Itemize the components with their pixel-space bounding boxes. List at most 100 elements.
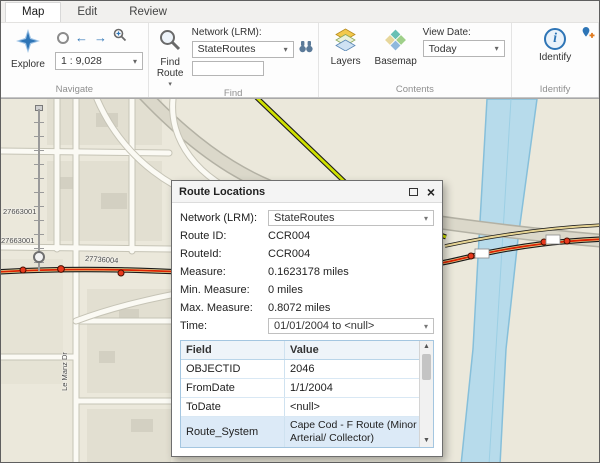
ribbon-tabbar: Map Edit Review bbox=[1, 1, 599, 23]
table-row[interactable]: OBJECTID 2046 bbox=[181, 360, 419, 379]
table-row-selected[interactable]: Route_System Cape Cod - F Route (Minor A… bbox=[181, 417, 419, 447]
find-route-label: Find Route bbox=[156, 57, 184, 79]
table-header-row: Field Value bbox=[181, 341, 419, 360]
panel-network-value: StateRoutes bbox=[274, 212, 335, 224]
max-measure-value: 0.8072 miles bbox=[268, 302, 331, 314]
route-locations-panel: Route Locations × Network (LRM): StateRo… bbox=[171, 180, 443, 457]
map-zoom-slider[interactable] bbox=[31, 105, 47, 271]
group-find: Find Route ▾ Network (LRM): StateRoutes … bbox=[149, 23, 319, 99]
group-label-identify: Identify bbox=[539, 84, 571, 95]
basemap-button[interactable]: Basemap bbox=[373, 26, 419, 84]
view-date-value: Today bbox=[428, 42, 457, 55]
fixed-zoom-icon[interactable] bbox=[113, 28, 127, 47]
group-contents: Layers Basemap View Date: Today ▾ Conten… bbox=[319, 23, 513, 97]
field-row: Measure: 0.1623178 miles bbox=[180, 263, 434, 281]
identify-button[interactable]: i Identify bbox=[532, 26, 578, 84]
view-date-label: View Date: bbox=[422, 27, 471, 38]
cell-field: OBJECTID bbox=[181, 360, 285, 378]
table-row[interactable]: FromDate 1/1/2004 bbox=[181, 379, 419, 398]
application-window: Map Edit Review Explore ← → 1: 9,028 ▾ … bbox=[0, 0, 600, 463]
previous-extent-icon[interactable]: ← bbox=[75, 31, 88, 44]
map-view[interactable]: 27663001 27663001 27736004 Le Manz Dr Ro… bbox=[1, 98, 599, 462]
field-label: Min. Measure: bbox=[180, 284, 250, 296]
chevron-down-icon: ▾ bbox=[494, 44, 499, 53]
chevron-down-icon: ▾ bbox=[168, 81, 172, 88]
field-row: Route ID: CCR004 bbox=[180, 227, 434, 245]
table-scrollbar[interactable]: ▲ ▼ bbox=[419, 341, 433, 447]
cell-value: <null> bbox=[290, 401, 320, 413]
explore-button[interactable]: Explore bbox=[5, 26, 51, 84]
tab-map[interactable]: Map bbox=[5, 2, 62, 22]
group-label-contents: Contents bbox=[395, 84, 434, 95]
field-label: Time: bbox=[180, 320, 208, 332]
identify-info-icon: i bbox=[544, 28, 567, 50]
time-value: 01/01/2004 to <null> bbox=[274, 320, 375, 332]
column-header-field: Field bbox=[181, 341, 285, 359]
full-extent-icon[interactable] bbox=[57, 31, 69, 44]
explore-label: Explore bbox=[11, 59, 45, 70]
field-row: RouteId: CCR004 bbox=[180, 245, 434, 263]
column-header-value: Value bbox=[290, 344, 319, 356]
scroll-down-icon[interactable]: ▼ bbox=[420, 435, 433, 447]
attributes-table: Field Value OBJECTID 2046 FromDate 1/1/2… bbox=[180, 340, 434, 448]
scrollbar-thumb[interactable] bbox=[422, 354, 431, 380]
network-lrm-label: Network (LRM): bbox=[191, 27, 262, 38]
min-measure-value: 0 miles bbox=[268, 284, 303, 296]
cell-value: 1/1/2004 bbox=[290, 382, 333, 394]
next-extent-icon[interactable]: → bbox=[94, 31, 107, 44]
route-id-value: CCR004 bbox=[268, 230, 311, 242]
group-identify: i Identify Identify bbox=[512, 23, 599, 97]
basemap-icon bbox=[384, 28, 408, 54]
panel-title: Route Locations bbox=[179, 185, 266, 198]
find-route-magnifier-icon bbox=[158, 28, 182, 55]
zoom-slider-handle[interactable] bbox=[33, 251, 45, 263]
group-label-navigate: Navigate bbox=[55, 84, 94, 95]
field-row: Network (LRM): StateRoutes ▾ bbox=[180, 209, 434, 227]
map-scale-value: 1 : 9,028 bbox=[61, 55, 102, 67]
identify-label: Identify bbox=[538, 52, 572, 63]
tab-review[interactable]: Review bbox=[113, 3, 183, 22]
chevron-down-icon: ▾ bbox=[423, 213, 428, 223]
street-name-label: Le Manz Dr bbox=[59, 352, 69, 391]
tab-edit[interactable]: Edit bbox=[61, 3, 113, 22]
measure-value: 0.1623178 miles bbox=[268, 266, 349, 278]
pin-plus-icon[interactable] bbox=[580, 26, 595, 46]
find-route-button[interactable]: Find Route ▾ bbox=[153, 26, 188, 88]
close-icon[interactable]: × bbox=[427, 185, 435, 199]
view-date-combo[interactable]: Today ▾ bbox=[422, 40, 505, 57]
network-lrm-combo[interactable]: StateRoutes ▾ bbox=[191, 40, 294, 58]
layers-label: Layers bbox=[330, 56, 361, 67]
panel-network-combo[interactable]: StateRoutes ▾ bbox=[268, 210, 434, 226]
chevron-down-icon: ▾ bbox=[132, 56, 137, 66]
cell-field: ToDate bbox=[181, 398, 285, 416]
field-label: Measure: bbox=[180, 266, 226, 278]
routeid-value: CCR004 bbox=[268, 248, 311, 260]
cell-value: 2046 bbox=[290, 363, 315, 375]
scrollbar-track[interactable] bbox=[420, 381, 433, 435]
route-id-label: 27663001 bbox=[1, 236, 35, 245]
time-combo[interactable]: 01/01/2004 to <null> ▾ bbox=[268, 318, 434, 334]
cell-field: Route_System bbox=[181, 417, 285, 447]
panel-titlebar[interactable]: Route Locations × bbox=[172, 181, 442, 203]
field-label: Max. Measure: bbox=[180, 302, 253, 314]
field-label: RouteId: bbox=[180, 248, 222, 260]
network-lrm-value: StateRoutes bbox=[197, 43, 256, 55]
layers-button[interactable]: Layers bbox=[323, 26, 369, 84]
find-route-input[interactable] bbox=[191, 61, 264, 76]
map-scale-combo[interactable]: 1 : 9,028 ▾ bbox=[55, 52, 143, 70]
field-row: Max. Measure: 0.8072 miles bbox=[180, 299, 434, 317]
scroll-up-icon[interactable]: ▲ bbox=[420, 341, 433, 353]
maximize-icon[interactable] bbox=[408, 187, 418, 196]
basemap-label: Basemap bbox=[374, 56, 417, 67]
field-row: Time: 01/01/2004 to <null> ▾ bbox=[180, 317, 434, 335]
table-row[interactable]: ToDate <null> bbox=[181, 398, 419, 417]
zoom-slider-ticks bbox=[34, 109, 44, 271]
chevron-down-icon: ▾ bbox=[283, 44, 288, 54]
cell-field: FromDate bbox=[181, 379, 285, 397]
field-row: Min. Measure: 0 miles bbox=[180, 281, 434, 299]
ribbon: Explore ← → 1: 9,028 ▾ Navigate Find Ro… bbox=[1, 23, 599, 99]
field-label: Network (LRM): bbox=[180, 212, 258, 224]
field-label: Route ID: bbox=[180, 230, 227, 242]
binoculars-icon[interactable] bbox=[298, 40, 314, 58]
chevron-down-icon: ▾ bbox=[423, 321, 428, 331]
